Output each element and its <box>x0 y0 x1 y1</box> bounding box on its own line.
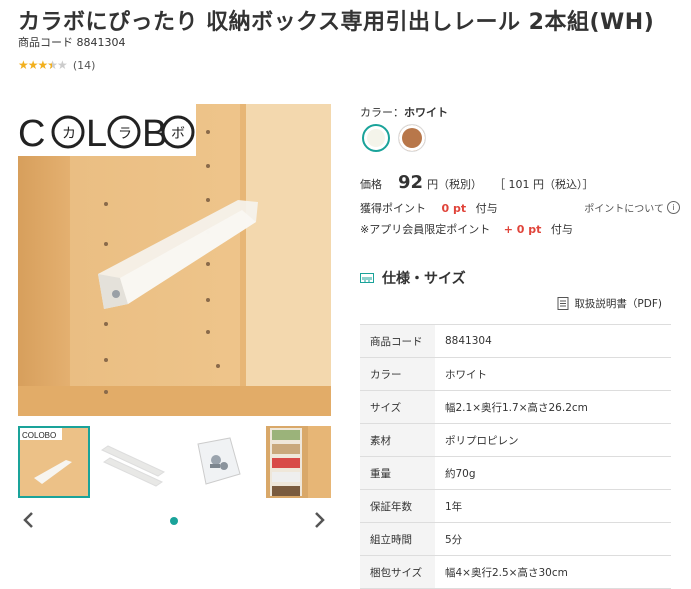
spec-value: 約70g <box>435 456 671 490</box>
spec-heading: 仕様・サイズ <box>360 268 466 288</box>
review-count[interactable]: (14) <box>73 59 96 72</box>
manual-link-text: 取扱説明書（PDF) <box>574 298 662 310</box>
thumb-logo: COLOBO <box>22 431 56 440</box>
price-row: 価格 92 円（税別） ［ 101 円（税込）］ <box>360 172 594 193</box>
color-swatch-brown[interactable] <box>398 124 426 152</box>
color-selected: ホワイト <box>404 106 448 119</box>
chevron-left-icon <box>23 512 33 528</box>
product-code-label: 商品コード <box>18 36 73 49</box>
points-suffix: 付与 <box>475 202 498 215</box>
spec-row: サイズ 幅2.1×奥行1.7×高さ26.2cm <box>360 390 671 424</box>
app-points-suffix: 付与 <box>550 223 573 236</box>
points-row: 獲得ポイント 0 pt 付与 ポイントについて i <box>360 200 680 216</box>
product-title: カラボにぴったり 収納ボックス専用引出しレール 2本組(WH) <box>18 10 655 35</box>
spec-row: 素材 ポリプロピレン <box>360 423 671 457</box>
spec-key: 重量 <box>360 456 435 490</box>
colobo-logo-text: C <box>18 113 45 155</box>
gallery-prev-button[interactable] <box>18 508 38 532</box>
spec-key: 梱包サイズ <box>360 555 435 589</box>
price-unit: 円（税別） <box>427 178 483 191</box>
document-icon <box>557 297 569 310</box>
spec-key: 素材 <box>360 423 435 457</box>
spec-key: サイズ <box>360 390 435 424</box>
spec-key: 商品コード <box>360 324 435 358</box>
points-label: 獲得ポイント <box>360 202 426 215</box>
color-label-text: カラー： <box>360 106 404 119</box>
spec-key: 組立時間 <box>360 522 435 556</box>
gallery-page-dot[interactable] <box>170 517 178 525</box>
logo-letter-l: L <box>86 113 107 155</box>
spec-row: 商品コード 8841304 <box>360 324 671 358</box>
app-points-value: + 0 pt <box>503 223 542 236</box>
spec-value: ポリプロピレン <box>435 423 671 457</box>
spec-key: カラー <box>360 357 435 391</box>
points-about-text: ポイントについて <box>584 204 664 215</box>
chevron-right-icon <box>315 512 325 528</box>
ruler-icon <box>360 273 374 283</box>
price-label: 価格 <box>360 178 382 191</box>
rail-photo: C カ L ラ B ボ <box>18 104 331 416</box>
color-swatch-white[interactable] <box>362 124 390 152</box>
product-code-value: 8841304 <box>76 36 126 49</box>
thumbnail-strip: COLOBO <box>18 426 331 498</box>
rating-stars: ★★★★★★ <box>18 58 68 72</box>
logo-kana-ka: カ <box>62 125 76 141</box>
spec-value: 幅4×奥行2.5×高さ30cm <box>435 555 671 589</box>
app-points-row: ※アプリ会員限定ポイント + 0 pt 付与 <box>360 221 573 237</box>
spec-value: ホワイト <box>435 357 671 391</box>
price-value: 92 <box>398 172 424 193</box>
rating[interactable]: ★★★★★★ (14) <box>18 58 95 72</box>
spec-value: 1年 <box>435 489 671 523</box>
spec-row: 組立時間 5分 <box>360 522 671 556</box>
spec-value: 8841304 <box>435 324 671 358</box>
thumbnail-4[interactable] <box>266 426 331 498</box>
spec-row: 重量 約70g <box>360 456 671 490</box>
color-label: カラー：ホワイト <box>360 104 448 120</box>
thumbnail-2[interactable] <box>98 426 170 498</box>
logo-kana-bo: ボ <box>171 125 185 141</box>
gallery-next-button[interactable] <box>310 508 330 532</box>
thumbnail-1[interactable]: COLOBO <box>18 426 90 498</box>
spec-value: 幅2.1×奥行1.7×高さ26.2cm <box>435 390 671 424</box>
app-points-label: ※アプリ会員限定ポイント <box>360 223 491 236</box>
logo-kana-ra: ラ <box>118 125 132 141</box>
product-code: 商品コード 8841304 <box>18 34 126 50</box>
spec-row: 梱包サイズ 幅4×奥行2.5×高さ30cm <box>360 555 671 589</box>
spec-row: カラー ホワイト <box>360 357 671 391</box>
info-icon: i <box>667 201 680 214</box>
spec-heading-text: 仕様・サイズ <box>382 271 466 287</box>
main-product-image: C カ L ラ B ボ <box>18 104 331 416</box>
spec-value: 5分 <box>435 522 671 556</box>
points-about-link[interactable]: ポイントについて i <box>584 200 680 215</box>
price-tax-incl: ［ 101 円（税込）］ <box>494 178 594 191</box>
spec-key: 保証年数 <box>360 489 435 523</box>
manual-pdf-link[interactable]: 取扱説明書（PDF) <box>557 296 662 311</box>
spec-table: 商品コード 8841304 カラー ホワイト サイズ 幅2.1×奥行1.7×高さ26.2c… <box>360 324 671 589</box>
spec-row: 保証年数 1年 <box>360 489 671 523</box>
points-value: 0 pt <box>441 202 467 215</box>
thumbnail-3[interactable] <box>180 426 252 498</box>
